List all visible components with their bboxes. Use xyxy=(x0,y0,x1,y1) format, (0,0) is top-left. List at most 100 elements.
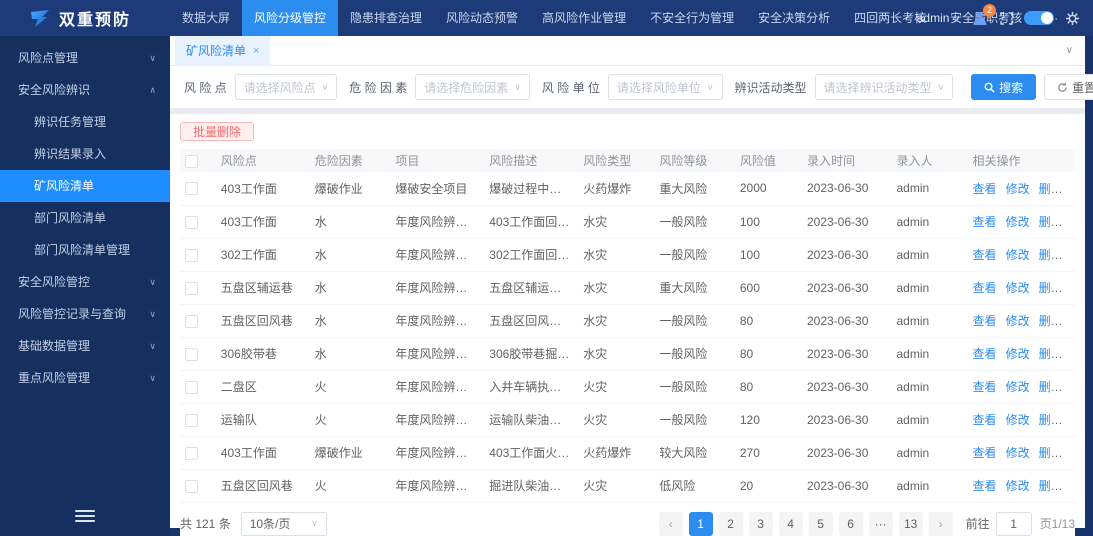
sidebar-subitem[interactable]: 部门风险清单 xyxy=(0,202,170,234)
top-nav-item[interactable]: 安全决策分析 xyxy=(746,0,842,36)
delete-link[interactable]: 删除 xyxy=(1039,215,1063,229)
fullscreen-icon[interactable] xyxy=(1000,11,1013,25)
tab-mine-risk-list[interactable]: 矿风险清单 × xyxy=(175,35,271,66)
top-nav-item[interactable]: 风险分级管控 xyxy=(242,0,339,36)
view-link[interactable]: 查看 xyxy=(973,347,997,361)
sidebar-item[interactable]: 安全风险管控 ∨ xyxy=(0,266,170,298)
top-nav-item[interactable]: 不安全行为管理 xyxy=(638,0,746,36)
row-checkbox[interactable] xyxy=(185,413,198,427)
sidebar-collapse-button[interactable] xyxy=(0,496,170,536)
search-button[interactable]: 搜索 xyxy=(971,74,1037,100)
page-size-select[interactable]: 10条/页 ∨ xyxy=(240,511,327,536)
cell: admin xyxy=(891,337,968,371)
view-link[interactable]: 查看 xyxy=(973,446,997,460)
goto-page-input[interactable] xyxy=(995,511,1032,536)
view-link[interactable]: 查看 xyxy=(973,380,997,394)
edit-link[interactable]: 修改 xyxy=(1006,446,1030,460)
delete-link[interactable]: 删除 xyxy=(1039,347,1063,361)
user-menu[interactable]: admin ∨ xyxy=(917,11,960,25)
filter-select[interactable]: 请选择辨识活动类型 ∨ xyxy=(814,74,954,100)
actions-cell: 查看 修改 删除 xyxy=(967,271,1075,305)
view-link[interactable]: 查看 xyxy=(973,182,997,196)
sidebar-item[interactable]: 重点风险管理 ∨ xyxy=(0,362,170,394)
table-row: 403工作面爆破作业年度风险辨识评估...403工作面火工品...火药爆炸较大风… xyxy=(180,436,1075,470)
row-checkbox[interactable] xyxy=(185,380,198,394)
page-button[interactable]: 5 xyxy=(808,511,833,536)
edit-link[interactable]: 修改 xyxy=(1006,413,1030,427)
view-link[interactable]: 查看 xyxy=(973,281,997,295)
delete-link[interactable]: 删除 xyxy=(1039,446,1063,460)
row-checkbox[interactable] xyxy=(185,182,198,196)
page-button[interactable]: 3 xyxy=(748,511,773,536)
page-button[interactable]: 13 xyxy=(898,511,923,536)
sidebar-subitem[interactable]: 矿风险清单 xyxy=(0,170,170,202)
top-nav-item[interactable]: 数据大屏 xyxy=(170,0,242,36)
row-checkbox[interactable] xyxy=(185,248,198,262)
toggle-knob xyxy=(1041,12,1053,24)
row-checkbox[interactable] xyxy=(185,215,198,229)
delete-link[interactable]: 删除 xyxy=(1039,314,1063,328)
gear-icon[interactable] xyxy=(1065,11,1080,26)
logo-icon xyxy=(31,10,49,27)
checkbox-cell xyxy=(180,370,216,404)
view-link[interactable]: 查看 xyxy=(973,314,997,328)
page-button[interactable]: 2 xyxy=(718,511,743,536)
view-link[interactable]: 查看 xyxy=(973,215,997,229)
next-page-button[interactable]: › xyxy=(928,511,953,536)
tabs-chevron-down-icon[interactable]: ∨ xyxy=(1066,45,1085,56)
view-link[interactable]: 查看 xyxy=(973,248,997,262)
cell: 302工作面回采期... xyxy=(484,238,579,272)
view-link[interactable]: 查看 xyxy=(973,413,997,427)
sidebar-subitem[interactable]: 部门风险清单管理 xyxy=(0,234,170,266)
edit-link[interactable]: 修改 xyxy=(1006,479,1030,493)
delete-link[interactable]: 删除 xyxy=(1039,281,1063,295)
delete-link[interactable]: 删除 xyxy=(1039,479,1063,493)
edit-link[interactable]: 修改 xyxy=(1006,182,1030,196)
select-all-checkbox[interactable] xyxy=(185,154,198,168)
sidebar-item[interactable]: 风险点管理 ∨ xyxy=(0,42,170,74)
logo[interactable]: 双重预防 xyxy=(0,6,170,30)
row-checkbox[interactable] xyxy=(185,314,198,328)
filter-select[interactable]: 请选择危险因素 ∨ xyxy=(415,74,530,100)
cell: 403工作面 xyxy=(215,436,310,470)
top-nav-item[interactable]: 高风险作业管理 xyxy=(530,0,638,36)
page-button[interactable]: 4 xyxy=(778,511,803,536)
filter-select[interactable]: 请选择风险点 ∨ xyxy=(234,74,338,100)
delete-link[interactable]: 删除 xyxy=(1039,182,1063,196)
sidebar-item[interactable]: 基础数据管理 ∨ xyxy=(0,330,170,362)
reset-button[interactable]: 重置 xyxy=(1044,74,1093,100)
row-checkbox[interactable] xyxy=(185,479,198,493)
edit-link[interactable]: 修改 xyxy=(1006,314,1030,328)
row-checkbox[interactable] xyxy=(185,281,198,295)
delete-link[interactable]: 删除 xyxy=(1039,380,1063,394)
edit-link[interactable]: 修改 xyxy=(1006,281,1030,295)
edit-link[interactable]: 修改 xyxy=(1006,248,1030,262)
close-icon[interactable]: × xyxy=(253,45,259,57)
delete-link[interactable]: 删除 xyxy=(1039,413,1063,427)
row-checkbox[interactable] xyxy=(185,347,198,361)
theme-toggle[interactable] xyxy=(1024,11,1054,25)
delete-link[interactable]: 删除 xyxy=(1039,248,1063,262)
cell: 火灾 xyxy=(578,469,655,503)
page-button[interactable]: 6 xyxy=(838,511,863,536)
page-button[interactable]: 1 xyxy=(688,511,713,536)
edit-link[interactable]: 修改 xyxy=(1006,347,1030,361)
filter-select[interactable]: 请选择风险单位 ∨ xyxy=(607,74,723,100)
sidebar-subitem[interactable]: 辨识结果录入 xyxy=(0,138,170,170)
notification-avatar[interactable]: 2 xyxy=(971,4,996,27)
cell: 403工作面 xyxy=(215,172,310,206)
prev-page-button[interactable]: ‹ xyxy=(658,511,683,536)
actions-cell: 查看 修改 删除 xyxy=(967,304,1075,338)
notification-badge: 2 xyxy=(983,4,996,17)
sidebar-subitem[interactable]: 辨识任务管理 xyxy=(0,106,170,138)
cell: 年度风险辨识评估... xyxy=(390,337,485,371)
top-nav-item[interactable]: 风险动态预警 xyxy=(434,0,530,36)
sidebar-item[interactable]: 安全风险辨识 ∧ xyxy=(0,74,170,106)
top-nav-item[interactable]: 隐患排查治理 xyxy=(338,0,434,36)
row-checkbox[interactable] xyxy=(185,446,198,460)
batch-delete-button[interactable]: 批量删除 xyxy=(180,122,255,141)
sidebar-item[interactable]: 风险管控记录与查询 ∨ xyxy=(0,298,170,330)
view-link[interactable]: 查看 xyxy=(973,479,997,493)
edit-link[interactable]: 修改 xyxy=(1006,215,1030,229)
edit-link[interactable]: 修改 xyxy=(1006,380,1030,394)
